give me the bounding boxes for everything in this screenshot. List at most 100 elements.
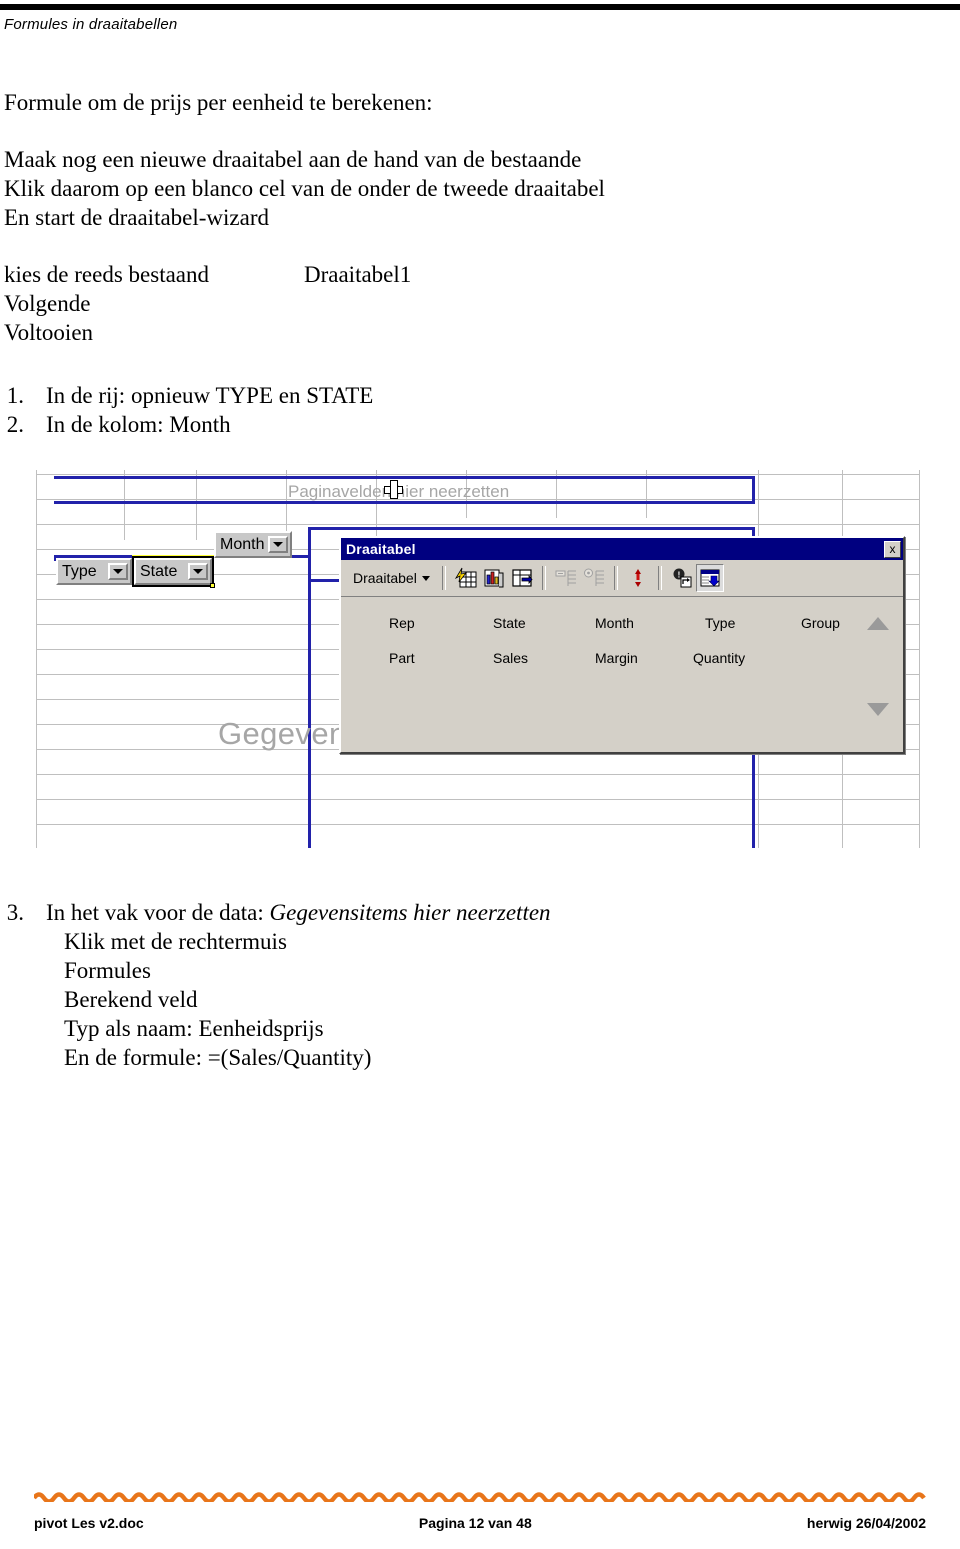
field-list-item[interactable]: Quantity bbox=[693, 650, 745, 666]
pivot-outline-top bbox=[54, 476, 754, 479]
step3-subline: Berekend veld bbox=[64, 987, 198, 1012]
grid-line-v bbox=[286, 470, 287, 540]
header-title: Formules in draaitabellen bbox=[4, 16, 178, 33]
scroll-down-icon[interactable] bbox=[867, 703, 889, 716]
grid-line-v bbox=[196, 470, 197, 540]
pivot-field-button-state[interactable]: State bbox=[132, 556, 214, 587]
step3-subline: Typ als naam: Eenheidsprijs bbox=[64, 1016, 324, 1041]
window-title: Draaitabel bbox=[346, 541, 416, 557]
refresh-data-icon[interactable]: ! bbox=[668, 564, 696, 592]
toolbar-separator bbox=[657, 566, 662, 590]
step3-subline: Formules bbox=[64, 958, 151, 983]
list-item: 1. In de rij: opnieuw TYPE en STATE bbox=[4, 381, 960, 410]
list-item-number: 2. bbox=[6, 412, 24, 437]
pivot-chart-icon[interactable] bbox=[480, 564, 508, 592]
field-list-item[interactable]: Month bbox=[595, 615, 634, 631]
svg-text:!: ! bbox=[677, 571, 680, 580]
next-label: Volgende bbox=[4, 291, 91, 316]
field-list-item[interactable]: Rep bbox=[389, 615, 415, 631]
choose-existing-value: Draaitabel1 bbox=[304, 262, 412, 287]
section-heading: Formule om de prijs per eenheid te berek… bbox=[4, 90, 433, 115]
body-line-3: En start de draaitabel-wizard bbox=[4, 205, 270, 230]
excel-pivottable-screenshot: Paginavelden hier neerzetten Gegevensite… bbox=[36, 470, 920, 848]
grid-line-v bbox=[124, 470, 125, 540]
chevron-down-icon bbox=[421, 575, 430, 581]
grid-line-h bbox=[36, 799, 920, 800]
toolbar-separator bbox=[613, 566, 618, 590]
list-item-text: In de kolom: Month bbox=[46, 412, 231, 437]
list-item: 3. In het vak voor de data: Gegevensitem… bbox=[0, 898, 960, 927]
list-item-text: In de rij: opnieuw TYPE en STATE bbox=[46, 383, 374, 408]
footer-filename: pivot Les v2.doc bbox=[34, 1515, 144, 1531]
list-item: 2. In de kolom: Month bbox=[4, 410, 960, 439]
grid-line-h bbox=[36, 474, 920, 475]
field-list-item[interactable]: Type bbox=[705, 615, 735, 631]
step3-prefix: In het vak voor de data: bbox=[46, 900, 270, 925]
grid-line-h bbox=[36, 524, 920, 525]
toolbar-separator bbox=[541, 566, 546, 590]
list-item-number: 1. bbox=[6, 383, 24, 408]
field-list-item[interactable]: Group bbox=[801, 615, 840, 631]
document-body: Formule om de prijs per eenheid te berek… bbox=[0, 88, 960, 439]
field-settings-icon[interactable] bbox=[508, 564, 536, 592]
list-item-number: 3. bbox=[6, 900, 24, 925]
step3-subline: Klik met de rechtermuis bbox=[64, 929, 287, 954]
pivottable-menu-label: Draaitabel bbox=[353, 570, 417, 586]
grid-line-v bbox=[919, 470, 920, 848]
field-list-item[interactable]: Sales bbox=[493, 650, 528, 666]
close-icon[interactable]: x bbox=[884, 540, 901, 558]
pivot-field-button-month-label: Month bbox=[220, 535, 265, 553]
pivot-wizard-icon[interactable] bbox=[452, 564, 480, 592]
list-item-text: In het vak voor de data: Gegevensitems h… bbox=[46, 898, 960, 927]
field-list-item[interactable]: State bbox=[493, 615, 526, 631]
body-line-2: Klik daarom op een blanco cel van de ond… bbox=[4, 176, 605, 201]
pivottable-menu-button[interactable]: Draaitabel bbox=[347, 570, 436, 586]
hide-detail-icon bbox=[580, 564, 608, 592]
document-footer: pivot Les v2.doc Pagina 12 van 48 herwig… bbox=[0, 1489, 960, 1531]
grid-line-v bbox=[36, 470, 37, 848]
hide-detail-red-icon[interactable] bbox=[624, 564, 652, 592]
chevron-down-icon[interactable] bbox=[108, 563, 128, 580]
pivot-field-button-state-label: State bbox=[140, 562, 178, 580]
scroll-up-icon[interactable] bbox=[867, 617, 889, 630]
field-list-toggle-icon[interactable] bbox=[695, 564, 724, 592]
mouse-cursor-icon bbox=[384, 480, 403, 499]
footer-author: herwig 26/04/2002 bbox=[806, 1515, 926, 1531]
footer-wave-divider bbox=[32, 1489, 926, 1504]
step-3-block: 3. In het vak voor de data: Gegevensitem… bbox=[0, 898, 960, 1072]
finish-label: Voltooien bbox=[4, 320, 94, 345]
step3-emphasis: Gegevensitems hier neerzetten bbox=[269, 900, 551, 925]
pivot-outline bbox=[752, 476, 755, 504]
pivot-field-button-month[interactable]: Month bbox=[214, 531, 292, 558]
choose-existing-row: kies de reeds bestaand Draaitabel1 bbox=[0, 260, 960, 289]
cursor-bar-v bbox=[390, 480, 398, 499]
pivot-outline bbox=[308, 527, 311, 583]
pivot-field-button-type-label: Type bbox=[62, 562, 97, 580]
field-list-item[interactable]: Margin bbox=[595, 650, 638, 666]
toolbar-separator bbox=[441, 566, 446, 590]
wave-svg bbox=[32, 1492, 926, 1504]
step3-subline: En de formule: =(Sales/Quantity) bbox=[64, 1045, 372, 1070]
pivottable-field-list[interactable]: Rep State Month Type Group Part Sales Ma… bbox=[341, 597, 903, 753]
steps-list: 1. In de rij: opnieuw TYPE en STATE 2. I… bbox=[0, 381, 960, 439]
chevron-down-icon[interactable] bbox=[188, 563, 208, 580]
selection-handle[interactable] bbox=[210, 583, 215, 588]
show-detail-icon bbox=[552, 564, 580, 592]
footer-row: pivot Les v2.doc Pagina 12 van 48 herwig… bbox=[0, 1515, 960, 1531]
pivottable-toolbar-window[interactable]: Draaitabel x Draaitabel ! Rep State Mont… bbox=[339, 536, 905, 754]
grid-line-h bbox=[36, 824, 920, 825]
footer-page-info: Pagina 12 van 48 bbox=[418, 1515, 532, 1531]
pivot-outline bbox=[308, 527, 754, 530]
document-header: Formules in draaitabellen bbox=[0, 0, 960, 33]
toolbar[interactable]: Draaitabel ! bbox=[341, 560, 903, 597]
body-line-1: Maak nog een nieuwe draaitabel aan de ha… bbox=[4, 147, 582, 172]
window-titlebar[interactable]: Draaitabel x bbox=[341, 538, 903, 560]
field-list-item[interactable]: Part bbox=[389, 650, 415, 666]
pivot-field-button-type[interactable]: Type bbox=[56, 558, 132, 585]
chevron-down-icon[interactable] bbox=[268, 536, 288, 553]
grid-line-h bbox=[36, 774, 920, 775]
pivot-outline bbox=[308, 579, 311, 848]
